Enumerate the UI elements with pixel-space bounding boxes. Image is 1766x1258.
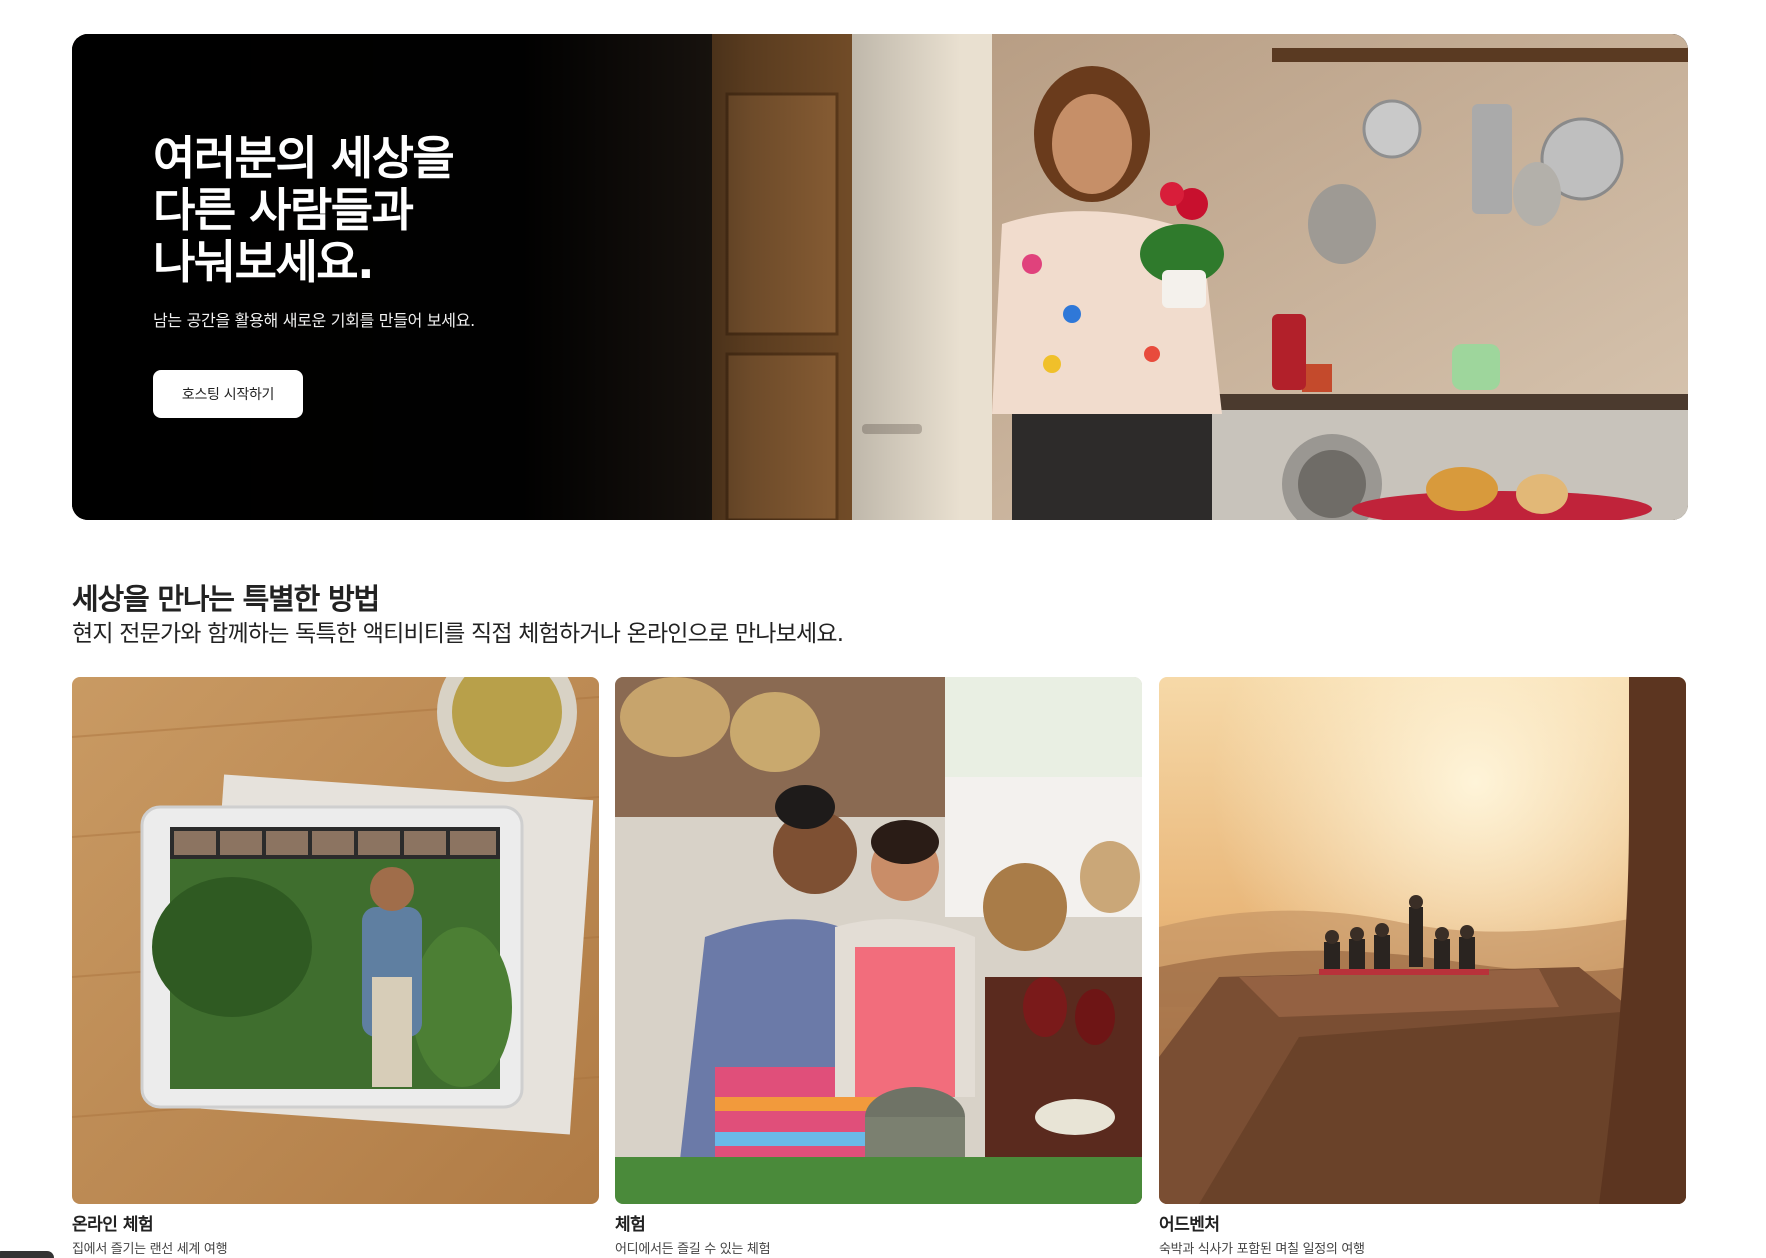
start-hosting-button[interactable]: 호스팅 시작하기	[153, 370, 303, 418]
hero-subtitle: 남는 공간을 활용해 새로운 기회를 만들어 보세요.	[153, 311, 475, 330]
section-subtitle: 현지 전문가와 함께하는 독특한 액티비티를 직접 체험하거나 온라인으로 만나…	[72, 621, 844, 647]
scroll-indicator	[0, 1251, 54, 1258]
card-image	[72, 677, 599, 1204]
card-image	[1159, 677, 1686, 1204]
section-header: 세상을 만나는 특별한 방법 현지 전문가와 함께하는 독특한 액티비티를 직접…	[72, 580, 1272, 650]
hero-banner: 여러분의 세상을 다른 사람들과 나눠보세요. 남는 공간을 활용해 새로운 기…	[72, 34, 1688, 520]
card-description: 집에서 즐기는 랜선 세계 여행	[72, 1242, 228, 1257]
card-description: 어디에서든 즐길 수 있는 체험	[615, 1242, 771, 1257]
experience-cards: 온라인 체험 집에서 즐기는 랜선 세계 여행 체험 어디에서든 즐길 수 있는…	[72, 677, 1688, 1258]
card-title: 온라인 체험	[72, 1215, 154, 1235]
sunset-cliff-image	[1159, 677, 1686, 1204]
card-online-experiences[interactable]: 온라인 체험 집에서 즐기는 랜선 세계 여행	[72, 677, 599, 1258]
card-image	[615, 677, 1142, 1204]
tablet-video-call-image	[72, 677, 599, 1204]
hero-text: 여러분의 세상을 다른 사람들과 나눠보세요. 남는 공간을 활용해 새로운 기…	[153, 132, 593, 332]
card-title: 체험	[615, 1215, 646, 1235]
card-title: 어드벤처	[1159, 1215, 1220, 1235]
cooking-women-image	[615, 677, 1142, 1204]
section-title: 세상을 만나는 특별한 방법	[72, 582, 380, 616]
card-experiences[interactable]: 체험 어디에서든 즐길 수 있는 체험	[615, 677, 1142, 1258]
card-description: 숙박과 식사가 포함된 며칠 일정의 여행	[1159, 1242, 1365, 1257]
card-adventures[interactable]: 어드벤처 숙박과 식사가 포함된 며칠 일정의 여행	[1159, 677, 1686, 1258]
hero-title: 여러분의 세상을 다른 사람들과 나눠보세요.	[153, 131, 455, 289]
